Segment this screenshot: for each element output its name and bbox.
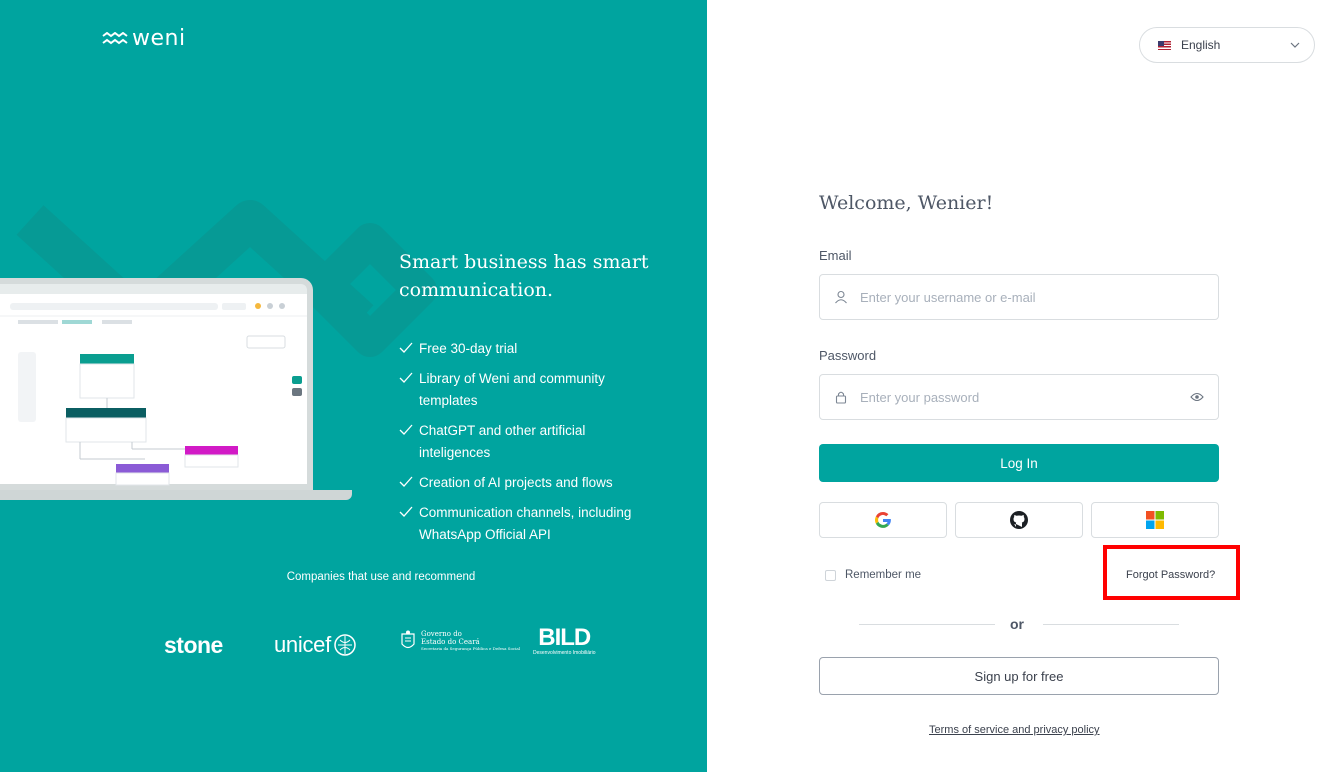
language-label: English [1181,38,1221,52]
check-icon [399,372,413,383]
terms-link[interactable]: Terms of service and privacy policy [929,724,1100,736]
stone-logo-text: stone [164,632,223,658]
logo-text: weni [132,26,186,51]
unicef-logo: unicef [274,632,357,658]
password-field[interactable] [819,374,1219,420]
feature-text: ChatGPT and other artificial inteligence… [419,423,586,460]
remember-me[interactable]: Remember me [825,569,921,581]
forgot-password-link[interactable]: Forgot Password? [1126,569,1215,581]
laptop-illustration [0,278,352,503]
governo-line-1: Governo do [421,630,462,638]
microsoft-icon [1146,511,1164,529]
feature-text: Creation of AI projects and flows [419,475,613,490]
github-icon [1010,511,1028,529]
check-icon [399,506,413,517]
chevron-down-icon [1290,42,1300,48]
unicef-logo-text: unicef [274,632,331,657]
unicef-emblem-icon [334,634,356,656]
governo-line-2: Estado do Ceará [421,638,480,646]
password-label: Password [819,348,877,363]
email-input[interactable] [860,289,1204,305]
feature-text: Library of Weni and community templates [419,371,605,408]
bild-logo-text: BILD [538,624,591,651]
user-icon [835,290,847,304]
eye-icon[interactable] [1190,392,1204,402]
check-icon [399,342,413,353]
signup-button[interactable]: Sign up for free [819,657,1219,695]
lock-icon [835,391,847,404]
language-selector[interactable]: English [1139,27,1315,63]
feature-item: Creation of AI projects and flows [399,472,659,494]
weni-logo: weni [102,28,186,50]
divider-right [1043,624,1179,625]
check-icon [399,424,413,435]
feature-text: Free 30-day trial [419,341,518,356]
tagline: Smart business has smart communication. [399,251,649,301]
google-icon [875,512,891,528]
remember-me-checkbox[interactable] [825,569,836,581]
email-field[interactable] [819,274,1219,320]
github-login-button[interactable] [955,502,1083,538]
flow-editor-illustration [0,303,307,486]
login-button[interactable]: Log In [819,444,1219,482]
stone-logo: stone [164,632,223,659]
microsoft-login-button[interactable] [1091,502,1219,538]
remember-me-label: Remember me [845,569,922,581]
companies-title: Companies that use and recommend [286,571,476,583]
divider-left [859,624,995,625]
governo-ceara-logo: Governo do Estado do Ceará Secretaria da… [400,630,520,652]
weni-logo-icon [102,32,128,45]
email-label: Email [819,248,852,263]
coat-of-arms-icon [401,630,415,649]
feature-item: Free 30-day trial [399,338,659,360]
governo-subtitle: Secretaria da Segurança Pública e Defesa… [421,646,521,651]
bild-subtitle: Desenvolvimento Imobiliário [533,650,596,656]
feature-item: ChatGPT and other artificial inteligence… [399,420,659,464]
password-input[interactable] [860,389,1190,405]
feature-item: Library of Weni and community templates [399,368,659,412]
feature-item: Communication channels, including WhatsA… [399,502,659,546]
bild-logo: BILD Desenvolvimento Imobiliário [533,624,596,657]
check-icon [399,476,413,487]
or-divider-text: or [1010,616,1024,632]
google-login-button[interactable] [819,502,947,538]
feature-list: Free 30-day trial Library of Weni and co… [399,338,659,554]
feature-text: Communication channels, including WhatsA… [419,505,632,542]
marketing-panel: weni Smart business has smart communicat… [0,0,707,772]
us-flag-icon [1158,40,1171,50]
welcome-title: Welcome, Wenier! [819,192,994,214]
